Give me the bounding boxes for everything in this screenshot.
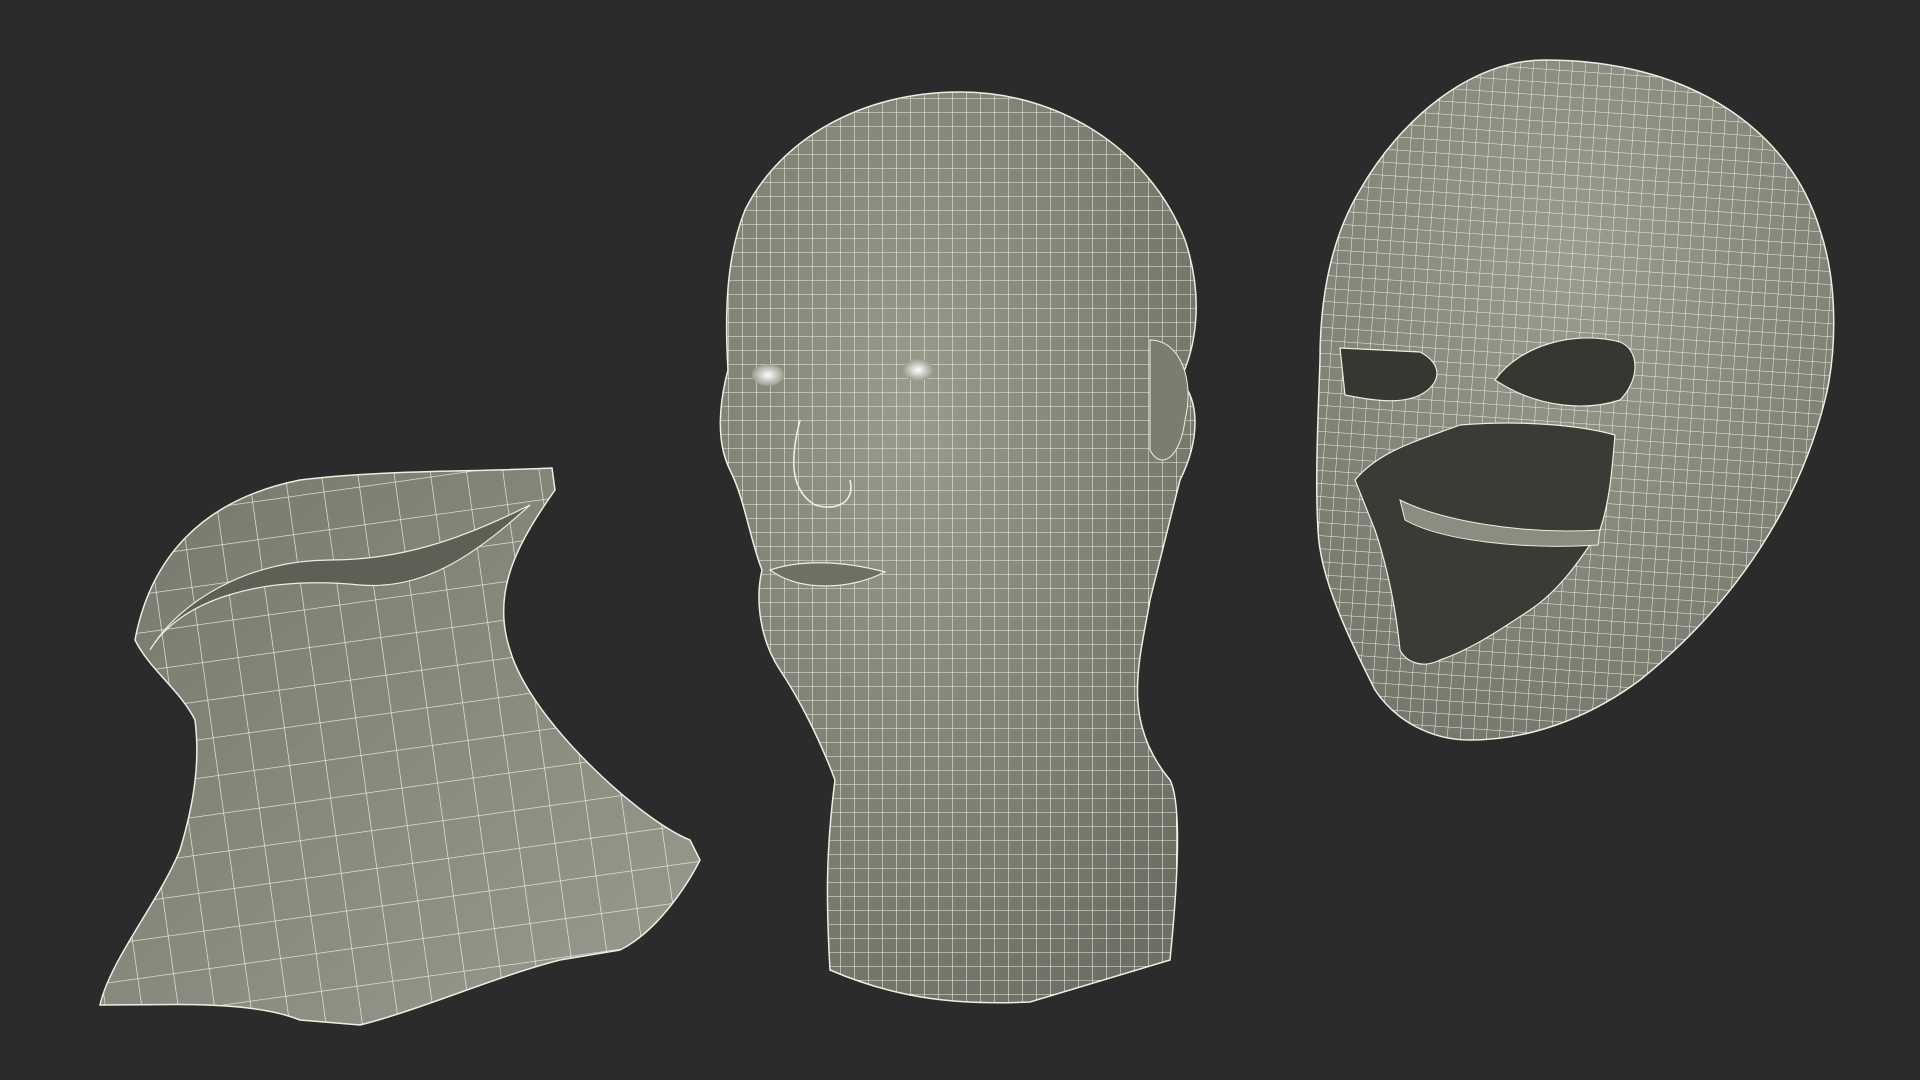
left-eye (752, 364, 784, 386)
neck-collar-mesh (99, 467, 701, 1026)
scene-canvas (99, 59, 1835, 1026)
face-mask-mesh (1315, 59, 1835, 741)
human-head-mesh (719, 91, 1197, 1004)
3d-viewport (0, 0, 1920, 1080)
mask-left-eye-hole (1339, 347, 1438, 402)
right-eye (903, 359, 933, 381)
